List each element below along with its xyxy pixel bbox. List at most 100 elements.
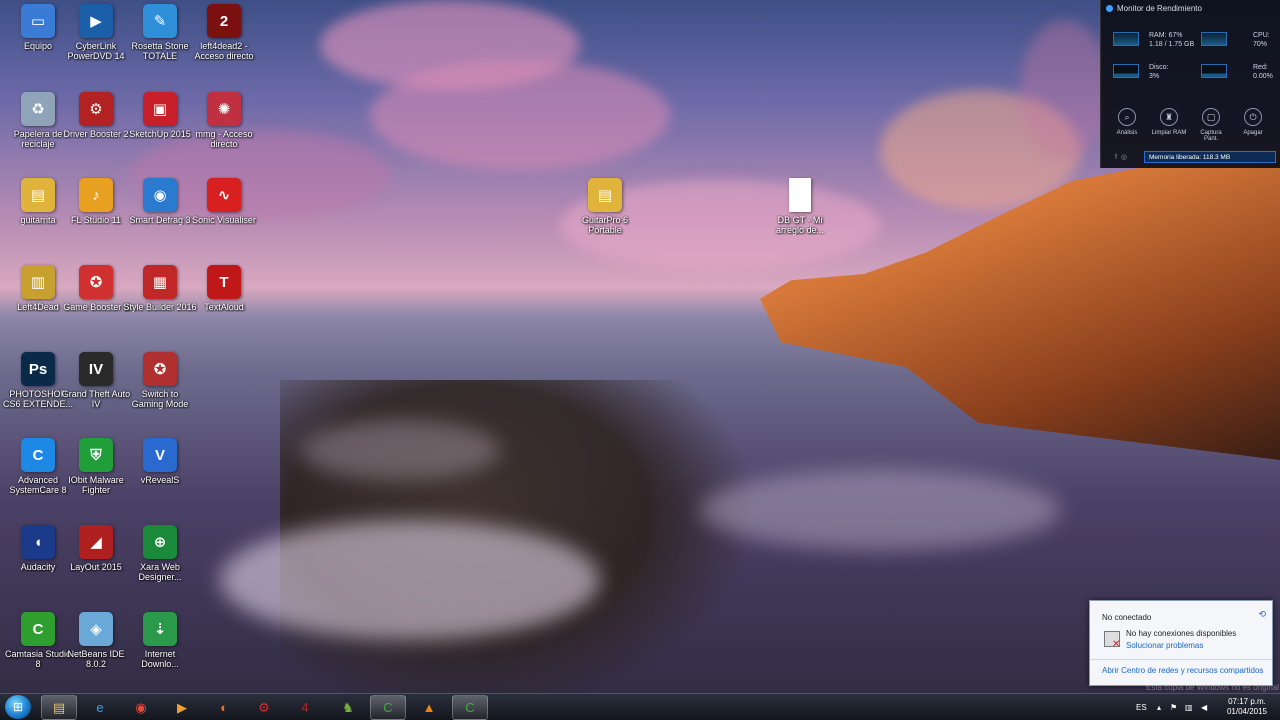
desktop-icon[interactable]: ∿ Sonic Visualiser <box>186 178 262 225</box>
desktop-icon[interactable]: ▤ GuitarPro 6 Portable <box>567 178 643 235</box>
language-indicator[interactable]: ES <box>1136 694 1147 720</box>
ram-usage: RAM: 67% <box>1149 32 1183 39</box>
disconnected-x-icon: ✕ <box>1112 639 1121 650</box>
screenshot-button[interactable]: ▢ Captura Pant. <box>1190 108 1232 142</box>
search-icon: ⌕ <box>1118 108 1136 126</box>
start-button[interactable]: ⊞ <box>5 695 31 719</box>
clock[interactable]: 07:17 p.m. 01/04/2015 <box>1220 697 1274 717</box>
analysis-label: Análisis <box>1116 130 1138 136</box>
broom-icon: ♜ <box>1160 108 1178 126</box>
gadget-social-icons[interactable]: f ◎ <box>1115 153 1127 161</box>
no-connections-message: No hay conexiones disponibles <box>1126 629 1237 638</box>
gta-iv-icon: IV <box>79 352 113 386</box>
windows-logo-icon: ⊞ <box>12 700 24 714</box>
disk-graph <box>1113 64 1139 78</box>
style-builder-icon: ▦ <box>143 265 177 299</box>
recycle-bin-icon: ♻ <box>21 92 55 126</box>
desktop-icon[interactable]: VvRevealS <box>122 438 198 485</box>
desktop-icon-label: Switch to Gaming Mode <box>131 389 189 409</box>
computer-icon: ▭ <box>21 4 55 38</box>
gadget-title-bar[interactable]: Monitor de Rendimiento <box>1101 0 1280 18</box>
disk-value: 3% <box>1149 73 1160 80</box>
clock-time: 07:17 p.m. <box>1228 697 1266 706</box>
audacity-icon: ◖ <box>21 525 55 559</box>
document-icon <box>789 178 811 212</box>
refresh-icon[interactable]: ⟲ <box>1258 609 1266 620</box>
desktop-icon-label: TextAloud <box>204 302 244 312</box>
disk-label: Disco: <box>1149 64 1169 71</box>
xara-icon: ⊕ <box>143 525 177 559</box>
internet-download-icon: ⇣ <box>143 612 177 646</box>
cpu-label: CPU: <box>1253 32 1270 39</box>
desktop-icon[interactable]: ⇣ Internet Downlo... <box>122 612 198 669</box>
cpu-graph <box>1201 32 1227 46</box>
vlc-icon[interactable]: ▲ <box>411 695 447 720</box>
camtasia-studio-icon[interactable]: C <box>452 695 488 720</box>
firefox-icon[interactable]: ◐ <box>206 695 242 720</box>
clean-ram-label: Limpiar RAM <box>1151 130 1187 136</box>
screenshot-label: Captura Pant. <box>1200 130 1222 142</box>
internet-explorer-icon[interactable]: e <box>82 695 118 720</box>
performance-monitor-gadget: Monitor de Rendimiento RAM: 67% 1.18 / 1… <box>1100 0 1280 168</box>
desktop-icon[interactable]: DB GT - Mi arreglo de... <box>762 178 838 235</box>
left4dead2-icon: 2 <box>207 4 241 38</box>
netbeans-icon: ◈ <box>79 612 113 646</box>
memory-freed-status: Memoria liberada: 118.3 MB <box>1144 151 1276 163</box>
shutdown-label: Apagar <box>1243 130 1263 136</box>
game-taskbar-icon[interactable]: ♞ <box>330 695 366 720</box>
desktop-icon-label: left4dead2 - Acceso directo <box>194 41 254 61</box>
explorer-icon[interactable]: ▤ <box>41 695 77 720</box>
mmg-icon: ✺ <box>207 92 241 126</box>
tray-arrow-icon[interactable]: ▴ <box>1157 694 1161 720</box>
settings-app-icon[interactable]: ⚙ <box>246 695 282 720</box>
gadget-logo-icon <box>1106 5 1113 12</box>
clean-ram-button[interactable]: ♜ Limpiar RAM <box>1148 108 1190 136</box>
ram-detail: 1.18 / 1.75 GB <box>1149 41 1195 48</box>
camtasia-recorder-icon[interactable]: C <box>370 695 406 720</box>
action-center-flag-icon[interactable]: ⚑ <box>1170 694 1177 720</box>
sketchup-icon: ▣ <box>143 92 177 126</box>
rosetta-stone-icon: ✎ <box>143 4 177 38</box>
troubleshoot-link[interactable]: Solucionar problemas <box>1126 641 1203 650</box>
network-value: 0.00% <box>1253 73 1273 80</box>
taskbar: ⊞ ▤ e ◉ ▶ ◐ ⚙ 4 ♞ C ▲ C ES ▴ ⚑ ▥ ◀ 07:17 p.m. 01/0… <box>0 693 1280 720</box>
desktop-icon-label: vRevealS <box>140 475 180 485</box>
left4dead2-taskbar-icon[interactable]: 4 <box>287 695 323 720</box>
desktop-icon[interactable]: 2 left4dead2 - Acceso directo <box>186 4 262 61</box>
ram-graph <box>1113 32 1139 46</box>
shutdown-button[interactable]: ⏻ Apagar <box>1232 108 1274 136</box>
gadget-title: Monitor de Rendimiento <box>1117 4 1202 13</box>
gaming-mode-icon: ✪ <box>143 352 177 386</box>
network-label: Red: <box>1253 64 1268 71</box>
folder-icon: ▤ <box>21 178 55 212</box>
sonic-visualiser-icon: ∿ <box>207 178 241 212</box>
chrome-icon[interactable]: ◉ <box>123 695 159 720</box>
photoshop-icon: Ps <box>21 352 55 386</box>
network-popup: No conectado ⟲ ✕ No hay conexiones dispo… <box>1089 600 1273 686</box>
desktop-icon[interactable]: ✺ mmg - Acceso directo <box>186 92 262 149</box>
powerdvd-icon: ▶ <box>79 4 113 38</box>
desktop-icon-label: mmg - Acceso directo <box>195 129 253 149</box>
fl-studio-icon: ♪ <box>79 178 113 212</box>
driver-booster-icon: ⚙ <box>79 92 113 126</box>
desktop-icon-label: GuitarPro 6 Portable <box>581 215 629 235</box>
desktop-icon-label: Xara Web Designer... <box>138 562 182 582</box>
clock-date: 01/04/2015 <box>1226 707 1268 716</box>
power-icon: ⏻ <box>1244 108 1262 126</box>
desktop-icon-label: DB GT - Mi arreglo de... <box>775 215 825 235</box>
network-graph <box>1201 64 1227 78</box>
analysis-button[interactable]: ⌕ Análisis <box>1106 108 1148 136</box>
vreveal-icon: V <box>143 438 177 472</box>
desktop-icon[interactable]: ✪ Switch to Gaming Mode <box>122 352 198 409</box>
layout-icon: ◢ <box>79 525 113 559</box>
network-center-link[interactable]: Abrir Centro de redes y recursos compart… <box>1102 666 1263 675</box>
desktop-icon[interactable]: T TextAloud <box>186 265 262 312</box>
desktop-icon[interactable]: ⊕ Xara Web Designer... <box>122 525 198 582</box>
textaloud-icon: T <box>207 265 241 299</box>
volume-icon[interactable]: ◀ <box>1201 694 1207 720</box>
windows-genuine-watermark: Esta copia de Windows no es original <box>1146 683 1279 692</box>
cpu-value: 70% <box>1253 41 1268 48</box>
screenshot-icon: ▢ <box>1202 108 1220 126</box>
network-tray-icon[interactable]: ▥ <box>1185 694 1193 720</box>
media-player-icon[interactable]: ▶ <box>164 695 200 720</box>
